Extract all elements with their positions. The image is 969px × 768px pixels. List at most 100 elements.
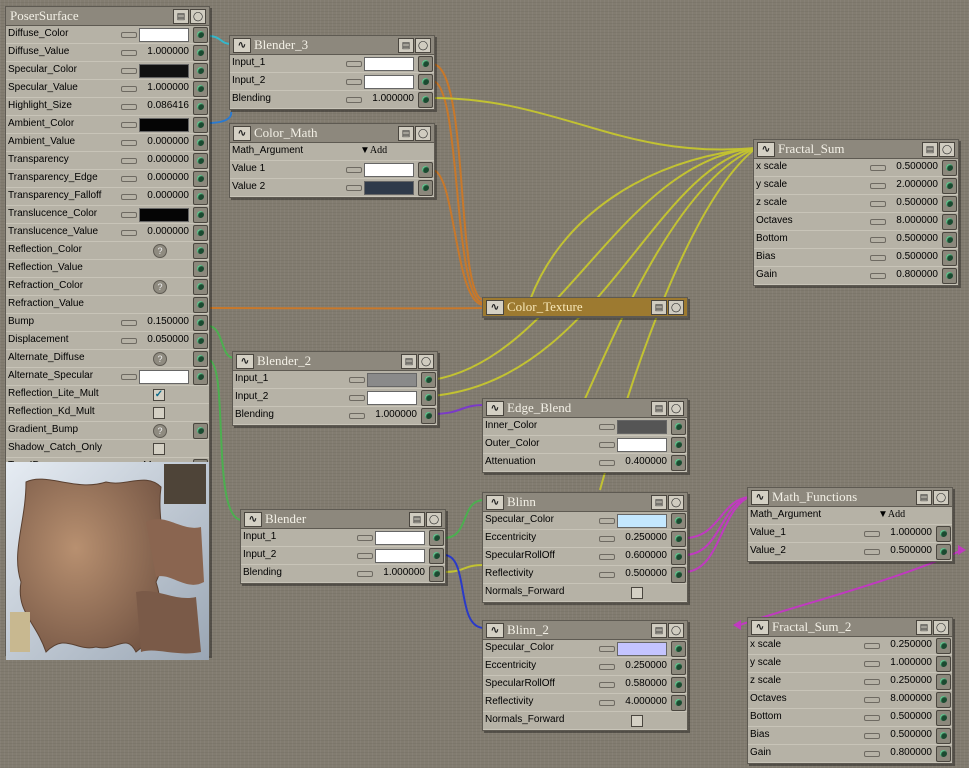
param-value[interactable]: 0.800000 [896,269,938,280]
plug-icon[interactable] [418,92,433,108]
param-row-eccentricity[interactable]: Eccentricity 0.250000 [483,530,687,548]
key-icon[interactable] [864,661,880,667]
key-icon[interactable] [121,176,137,182]
param-value[interactable]: 1.000000 [372,93,414,104]
node-edge-blend[interactable]: ∿ Edge_Blend ▤ ◯ Inner_Color Outer_Color Atten… [482,398,688,473]
node-header[interactable]: ∿ Color_Texture ▤ ◯ [483,298,687,317]
key-icon[interactable] [599,554,615,560]
color-swatch[interactable] [139,118,189,132]
key-icon[interactable] [864,715,880,721]
plug-icon[interactable] [193,243,208,259]
plug-icon[interactable] [193,225,208,241]
param-value[interactable]: 0.250000 [890,639,932,650]
plug-icon[interactable] [942,196,957,212]
key-icon[interactable] [599,460,615,466]
param-value[interactable]: 0.000000 [147,226,189,237]
plug-icon[interactable] [421,390,436,406]
node-header[interactable]: ∿ Blinn ▤ ◯ [483,493,687,512]
param-value[interactable]: 0.000000 [147,172,189,183]
key-icon[interactable] [357,535,373,541]
key-icon[interactable] [346,61,362,67]
param-row-reflection-lite-mult[interactable]: Reflection_Lite_Mult ✓ [6,386,209,404]
plug-icon[interactable] [936,526,951,542]
checkbox[interactable] [631,715,643,727]
plug-icon[interactable] [193,153,208,169]
key-icon[interactable] [121,212,137,218]
plug-icon[interactable] [936,544,951,560]
param-row-attenuation[interactable]: Attenuation 0.400000 [483,454,687,472]
plug-icon[interactable] [671,531,686,547]
param-value[interactable]: 0.800000 [890,747,932,758]
plug-icon[interactable] [942,250,957,266]
param-row-reflectivity[interactable]: Reflectivity 4.000000 [483,694,687,712]
plug-icon[interactable] [193,117,208,133]
plug-icon[interactable] [193,81,208,97]
param-value[interactable]: 1.000000 [375,409,417,420]
color-swatch[interactable] [364,181,414,195]
plug-icon[interactable] [193,99,208,115]
menu-icon[interactable]: ▤ [651,300,667,315]
key-icon[interactable] [349,395,365,401]
param-value[interactable]: 0.086416 [147,100,189,111]
collapse-icon[interactable]: ◯ [426,512,442,527]
param-row-bottom[interactable]: Bottom 0.500000 [748,709,952,727]
key-icon[interactable] [870,237,886,243]
node-header[interactable]: ∿ Blender_2 ▤ ◯ [233,352,437,371]
plug-icon[interactable] [193,369,208,385]
node-blinn[interactable]: ∿ Blinn ▤ ◯ Specular_Color Eccentricity 0.2500… [482,492,688,603]
param-row-gradient-bump[interactable]: Gradient_Bump? [6,422,209,440]
key-icon[interactable] [121,140,137,146]
color-swatch[interactable] [617,420,667,434]
param-row-specular-color[interactable]: Specular_Color [483,640,687,658]
plug-icon[interactable] [936,710,951,726]
key-icon[interactable] [357,553,373,559]
param-row-blending[interactable]: Blending 1.000000 [233,407,437,425]
key-icon[interactable] [870,273,886,279]
node-color-math[interactable]: ∿ Color_Math ▤ ◯ Math_Argument ▼Add Value 1 Val… [229,123,435,198]
plug-icon[interactable] [418,74,433,90]
plug-icon[interactable] [193,135,208,151]
menu-icon[interactable]: ▤ [398,126,414,141]
color-swatch[interactable] [364,75,414,89]
plug-icon[interactable] [193,315,208,331]
param-value[interactable]: 0.500000 [896,233,938,244]
node-blender-2[interactable]: ∿ Blender_2 ▤ ◯ Input_1 Input_2 Blending 1.0000… [232,351,438,426]
collapse-icon[interactable]: ◯ [190,9,206,24]
param-value[interactable]: 0.000000 [147,136,189,147]
wave-icon[interactable]: ∿ [233,126,251,141]
param-row-translucence-color[interactable]: Translucence_Color [6,206,209,224]
node-header[interactable]: ∿ Edge_Blend ▤ ◯ [483,399,687,418]
plug-icon[interactable] [671,567,686,583]
param-row-input-2[interactable]: Input_2 [230,73,434,91]
param-value[interactable]: 0.150000 [147,316,189,327]
plug-icon[interactable] [193,333,208,349]
key-icon[interactable] [864,679,880,685]
param-row-specular-color[interactable]: Specular_Color [6,62,209,80]
plug-icon[interactable] [671,455,686,471]
param-row-bottom[interactable]: Bottom 0.500000 [754,231,958,249]
param-row-diffuse-color[interactable]: Diffuse_Color [6,26,209,44]
checkbox[interactable] [153,407,165,419]
param-row-refraction-color[interactable]: Refraction_Color? [6,278,209,296]
param-row-blending[interactable]: Blending 1.000000 [241,565,445,583]
key-icon[interactable] [349,413,365,419]
menu-icon[interactable]: ▤ [401,354,417,369]
key-icon[interactable] [121,230,137,236]
poser-surface-header[interactable]: PoserSurface ▤ ◯ [6,7,209,26]
plug-icon[interactable] [429,566,444,582]
key-icon[interactable] [121,374,137,380]
param-row-math-argument[interactable]: Math_Argument ▼Add [230,143,434,161]
param-row-input-2[interactable]: Input_2 [233,389,437,407]
param-value[interactable]: 0.500000 [896,161,938,172]
param-value[interactable]: 0.000000 [147,154,189,165]
plug-icon[interactable] [193,297,208,313]
menu-icon[interactable]: ▤ [651,401,667,416]
plug-icon[interactable] [429,548,444,564]
collapse-icon[interactable]: ◯ [939,142,955,157]
color-swatch[interactable] [364,57,414,71]
param-row-transparency[interactable]: Transparency 0.000000 [6,152,209,170]
param-value[interactable]: 0.400000 [625,456,667,467]
key-icon[interactable] [599,646,615,652]
param-value[interactable]: 8.000000 [890,693,932,704]
key-icon[interactable] [870,219,886,225]
